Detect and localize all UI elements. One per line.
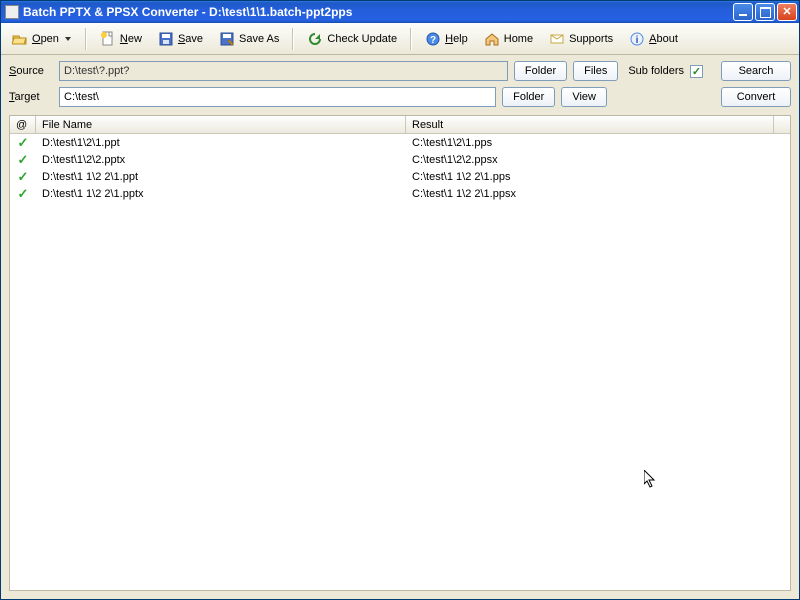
target-input[interactable] — [59, 87, 496, 107]
search-button[interactable]: Search — [721, 61, 791, 81]
check-update-label: Check Update — [327, 33, 397, 45]
list-header: @ File Name Result — [10, 116, 790, 134]
toolbar: Open New Save Save As Check — [1, 23, 799, 55]
sub-folders-checkbox[interactable]: ✓ — [690, 65, 703, 78]
source-files-button[interactable]: Files — [573, 61, 618, 81]
col-status-header[interactable]: @ — [10, 116, 36, 133]
open-button[interactable]: Open — [5, 27, 79, 51]
home-button[interactable]: Home — [477, 27, 540, 51]
check-icon: ✓ — [18, 186, 29, 202]
titlebar: Batch PPTX & PPSX Converter - D:\test\1\… — [1, 1, 799, 23]
source-label: Source — [9, 65, 53, 77]
result-cell: C:\test\1\2\2.ppsx — [406, 154, 790, 166]
info-icon: i — [629, 31, 645, 47]
home-icon — [484, 31, 500, 47]
table-row[interactable]: ✓ D:\test\1\2\1.pptC:\test\1\2\1.pps — [10, 134, 790, 151]
new-button[interactable]: New — [93, 27, 149, 51]
help-label: Help — [445, 33, 468, 45]
help-icon: ? — [425, 31, 441, 47]
result-cell: C:\test\1\2\1.pps — [406, 137, 790, 149]
supports-label: Supports — [569, 33, 613, 45]
toolbar-separator — [292, 28, 294, 50]
toolbar-separator — [410, 28, 412, 50]
col-scroll-spacer — [774, 116, 790, 133]
view-button[interactable]: View — [561, 87, 607, 107]
table-row[interactable]: ✓ D:\test\1 1\2 2\1.pptC:\test\1 1\2 2\1.… — [10, 168, 790, 185]
source-folder-button[interactable]: Folder — [514, 61, 567, 81]
save-as-label: Save As — [239, 33, 279, 45]
col-file-header[interactable]: File Name — [36, 116, 406, 133]
close-button[interactable] — [777, 3, 797, 21]
target-label: Target — [9, 91, 53, 103]
save-label: Save — [178, 33, 203, 45]
minimize-button[interactable] — [733, 3, 753, 21]
open-label: Open — [32, 33, 59, 45]
app-window: Batch PPTX & PPSX Converter - D:\test\1\… — [0, 0, 800, 600]
maximize-button[interactable] — [755, 3, 775, 21]
status-cell: ✓ — [10, 152, 36, 168]
new-file-icon — [100, 31, 116, 47]
status-cell: ✓ — [10, 186, 36, 202]
source-row: Source Folder Files Sub folders ✓ Search — [9, 61, 791, 81]
list-body[interactable]: ✓ D:\test\1\2\1.pptC:\test\1\2\1.pps ✓ D:\t… — [10, 134, 790, 590]
save-as-icon — [219, 31, 235, 47]
svg-text:?: ? — [430, 35, 436, 46]
sub-folders-label: Sub folders — [628, 65, 684, 77]
svg-text:i: i — [636, 35, 639, 46]
file-cell: D:\test\1\2\2.pptx — [36, 154, 406, 166]
target-row: Target Folder View Convert — [9, 87, 791, 107]
help-button[interactable]: ? Help — [418, 27, 475, 51]
file-cell: D:\test\1 1\2 2\1.pptx — [36, 188, 406, 200]
toolbar-separator — [85, 28, 87, 50]
supports-button[interactable]: Supports — [542, 27, 620, 51]
target-folder-button[interactable]: Folder — [502, 87, 555, 107]
save-as-button[interactable]: Save As — [212, 27, 286, 51]
result-cell: C:\test\1 1\2 2\1.ppsx — [406, 188, 790, 200]
status-cell: ✓ — [10, 169, 36, 185]
new-label: New — [120, 33, 142, 45]
app-icon — [5, 5, 19, 19]
check-icon: ✓ — [18, 135, 29, 151]
check-update-button[interactable]: Check Update — [300, 27, 404, 51]
file-list: @ File Name Result ✓D:\test\1\2\1.pptC:\… — [9, 115, 791, 591]
form-area: Source Folder Files Sub folders ✓ Search… — [1, 55, 799, 111]
about-button[interactable]: i About — [622, 27, 685, 51]
supports-icon — [549, 31, 565, 47]
source-input[interactable] — [59, 61, 508, 81]
status-cell: ✓ — [10, 135, 36, 151]
save-icon — [158, 31, 174, 47]
table-row[interactable]: ✓ D:\test\1 1\2 2\1.pptxC:\test\1 1\2 2\1… — [10, 185, 790, 202]
file-cell: D:\test\1\2\1.ppt — [36, 137, 406, 149]
window-title: Batch PPTX & PPSX Converter - D:\test\1\… — [23, 5, 733, 19]
table-row[interactable]: ✓ D:\test\1\2\2.pptxC:\test\1\2\2.ppsx — [10, 151, 790, 168]
about-label: About — [649, 33, 678, 45]
open-folder-icon — [12, 31, 28, 47]
save-button[interactable]: Save — [151, 27, 210, 51]
file-cell: D:\test\1 1\2 2\1.ppt — [36, 171, 406, 183]
convert-button[interactable]: Convert — [721, 87, 791, 107]
refresh-icon — [307, 31, 323, 47]
window-buttons — [733, 3, 797, 21]
check-icon: ✓ — [18, 169, 29, 185]
result-cell: C:\test\1 1\2 2\1.pps — [406, 171, 790, 183]
home-label: Home — [504, 33, 533, 45]
col-result-header[interactable]: Result — [406, 116, 774, 133]
open-dropdown-icon[interactable] — [65, 35, 72, 42]
check-icon: ✓ — [18, 152, 29, 168]
